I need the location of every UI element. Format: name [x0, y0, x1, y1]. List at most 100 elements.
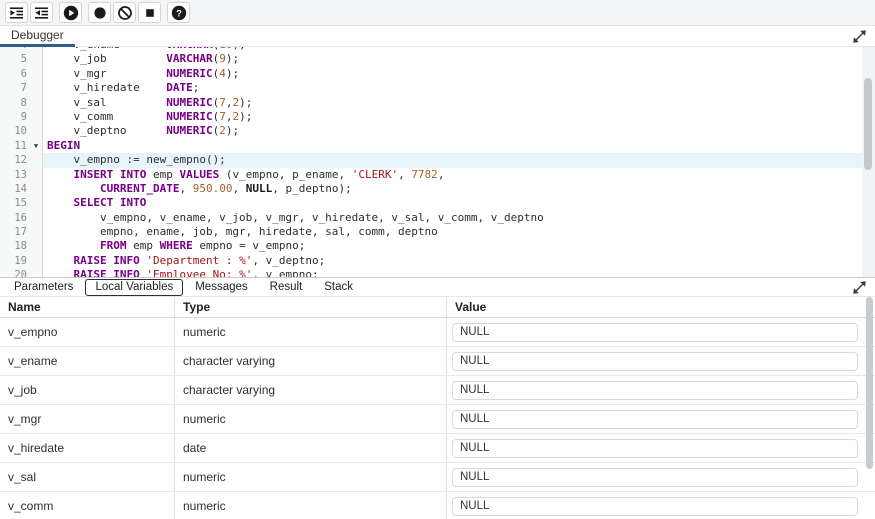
code-line-9: 9 v_comm NUMERIC(7,2); — [0, 110, 862, 124]
step-over-button[interactable] — [30, 2, 53, 23]
code-line-19: 19 RAISE INFO 'Department : %', v_deptno… — [0, 254, 862, 268]
editor-expand-icon[interactable] — [852, 29, 867, 44]
fold-gutter — [30, 239, 43, 253]
toolbar-button-group — [59, 2, 82, 23]
line-number[interactable]: 8 — [0, 96, 30, 110]
line-number[interactable]: 19 — [0, 254, 30, 268]
panel-scrollbar-thumb[interactable] — [866, 297, 873, 469]
code-editor: 4 v_ename VARCHAR(10);5 v_job VARCHAR(9)… — [0, 47, 875, 277]
panel-tab-local-variables[interactable]: Local Variables — [85, 279, 183, 296]
variable-type: character varying — [175, 376, 447, 404]
panel-tab-bar: ParametersLocal VariablesMessagesResultS… — [0, 278, 875, 297]
panel-tab-messages[interactable]: Messages — [185, 279, 257, 296]
line-number[interactable]: 14 — [0, 182, 30, 196]
line-number[interactable]: 17 — [0, 225, 30, 239]
code-line-13: 13 INSERT INTO emp VALUES (v_empno, p_en… — [0, 168, 862, 182]
code-line-16: 16 v_empno, v_ename, v_job, v_mgr, v_hir… — [0, 211, 862, 225]
step-over-icon — [34, 5, 49, 20]
step-into-button[interactable] — [5, 2, 28, 23]
panel-tab-stack[interactable]: Stack — [314, 279, 363, 296]
debugger-toolbar: ? — [0, 0, 875, 26]
clear-all-breakpoints-button[interactable] — [113, 2, 136, 23]
line-number[interactable]: 11 — [0, 139, 30, 153]
variables-table-body: v_empnonumericv_enamecharacter varyingv_… — [0, 318, 875, 519]
line-number[interactable]: 15 — [0, 196, 30, 210]
code-text[interactable]: empno, ename, job, mgr, hiredate, sal, c… — [43, 225, 862, 239]
code-text[interactable]: INSERT INTO emp VALUES (v_empno, p_ename… — [43, 168, 862, 182]
tab-debugger[interactable]: Debugger — [0, 26, 75, 47]
variable-value-cell — [447, 434, 875, 462]
code-text[interactable]: v_job VARCHAR(9); — [43, 52, 862, 66]
breakpoint-circle-icon — [92, 5, 108, 21]
code-text[interactable]: RAISE INFO 'Department : %', v_deptno; — [43, 254, 862, 268]
code-text[interactable]: v_empno, v_ename, v_job, v_mgr, v_hireda… — [43, 211, 862, 225]
line-number[interactable]: 12 — [0, 153, 30, 167]
code-text[interactable]: FROM emp WHERE empno = v_empno; — [43, 239, 862, 253]
code-line-5: 5 v_job VARCHAR(9); — [0, 52, 862, 66]
code-line-18: 18 FROM emp WHERE empno = v_empno; — [0, 239, 862, 253]
line-number[interactable]: 9 — [0, 110, 30, 124]
variable-name: v_hiredate — [0, 434, 175, 462]
variable-type: character varying — [175, 347, 447, 375]
variable-value-cell — [447, 405, 875, 433]
value-input[interactable] — [452, 381, 858, 400]
code-line-6: 6 v_mgr NUMERIC(4); — [0, 67, 862, 81]
column-header-value: Value — [447, 297, 875, 317]
line-number[interactable]: 13 — [0, 168, 30, 182]
debugger-bottom-panel: ParametersLocal VariablesMessagesResultS… — [0, 277, 875, 519]
panel-expand-icon[interactable] — [852, 280, 867, 295]
fold-gutter — [30, 96, 43, 110]
code-text[interactable]: v_comm NUMERIC(7,2); — [43, 110, 862, 124]
panel-scrollbar[interactable] — [866, 297, 874, 519]
variable-name: v_mgr — [0, 405, 175, 433]
code-line-17: 17 empno, ename, job, mgr, hiredate, sal… — [0, 225, 862, 239]
continue-button[interactable] — [59, 2, 82, 23]
code-text[interactable]: v_mgr NUMERIC(4); — [43, 67, 862, 81]
toggle-breakpoint-button[interactable] — [88, 2, 111, 23]
line-number[interactable]: 16 — [0, 211, 30, 225]
editor-tab-bar: Debugger — [0, 26, 875, 47]
fold-gutter — [30, 196, 43, 210]
fold-arrow-icon[interactable]: ▼ — [30, 139, 43, 153]
value-input[interactable] — [452, 410, 858, 429]
code-text[interactable]: v_hiredate DATE; — [43, 81, 862, 95]
editor-scrollbar[interactable] — [862, 47, 875, 277]
variable-name: v_ename — [0, 347, 175, 375]
stop-button[interactable] — [138, 2, 161, 23]
variable-name: v_sal — [0, 463, 175, 491]
variable-row: v_salnumeric — [0, 463, 875, 492]
value-input[interactable] — [452, 352, 858, 371]
line-number[interactable]: 5 — [0, 52, 30, 66]
code-text[interactable]: SELECT INTO — [43, 196, 862, 210]
value-input[interactable] — [452, 439, 858, 458]
variable-type: numeric — [175, 463, 447, 491]
line-number[interactable]: 7 — [0, 81, 30, 95]
line-number[interactable]: 18 — [0, 239, 30, 253]
code-text[interactable]: v_empno := new_empno(); — [43, 153, 862, 167]
variables-table-header: NameTypeValue — [0, 297, 875, 318]
variable-value-cell — [447, 492, 875, 519]
panel-tab-parameters[interactable]: Parameters — [4, 279, 83, 296]
variable-row: v_commnumeric — [0, 492, 875, 519]
code-text[interactable]: v_deptno NUMERIC(2); — [43, 124, 862, 138]
fold-gutter — [30, 254, 43, 268]
line-number[interactable]: 6 — [0, 67, 30, 81]
code-scroll-area: 4 v_ename VARCHAR(10);5 v_job VARCHAR(9)… — [0, 47, 862, 277]
value-input[interactable] — [452, 468, 858, 487]
code-text[interactable]: CURRENT_DATE, 950.00, NULL, p_deptno); — [43, 182, 862, 196]
editor-scrollbar-thumb[interactable] — [864, 78, 872, 170]
play-circle-icon — [63, 5, 79, 21]
line-number[interactable]: 10 — [0, 124, 30, 138]
help-button[interactable]: ? — [167, 2, 190, 23]
code-text[interactable]: RAISE INFO 'Employee No: %', v_empno; — [43, 268, 862, 277]
fold-gutter — [30, 124, 43, 138]
line-number[interactable]: 20 — [0, 268, 30, 277]
fold-gutter — [30, 81, 43, 95]
fold-gutter — [30, 268, 43, 277]
code-text[interactable]: BEGIN — [43, 139, 862, 153]
value-input[interactable] — [452, 497, 858, 516]
value-input[interactable] — [452, 323, 858, 342]
code-text[interactable]: v_sal NUMERIC(7,2); — [43, 96, 862, 110]
panel-tab-result[interactable]: Result — [260, 279, 313, 296]
variable-row: v_jobcharacter varying — [0, 376, 875, 405]
